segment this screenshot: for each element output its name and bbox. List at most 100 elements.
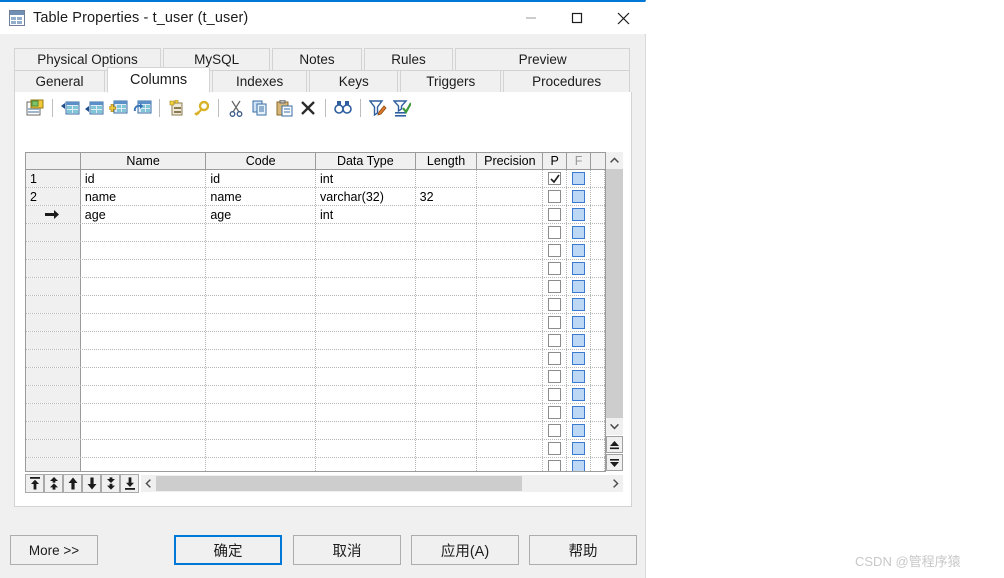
cell-empty[interactable] — [81, 368, 207, 385]
cell-empty[interactable] — [477, 242, 544, 259]
primary-key-icon[interactable] — [189, 96, 213, 120]
grid-header-precision[interactable]: Precision — [477, 153, 544, 169]
cell-data-type[interactable]: varchar(32) — [316, 188, 416, 205]
cell-empty[interactable] — [316, 422, 416, 439]
cell-empty[interactable] — [591, 224, 605, 241]
cell-length[interactable] — [416, 170, 478, 187]
move-up-button[interactable] — [63, 473, 82, 493]
grid-header-name[interactable]: Name — [80, 153, 207, 169]
scroll-down-button[interactable] — [606, 418, 623, 435]
cell-empty[interactable] — [206, 260, 316, 277]
cell-empty[interactable] — [591, 350, 605, 367]
grid-header-length[interactable]: Length — [415, 153, 478, 169]
table-row-empty[interactable] — [26, 278, 605, 296]
cell-code[interactable]: age — [206, 206, 316, 223]
grid-horizontal-scrollbar[interactable] — [141, 474, 623, 492]
cell-empty[interactable] — [206, 440, 316, 457]
cell-empty[interactable] — [477, 278, 544, 295]
insert-row-above-icon[interactable] — [58, 96, 82, 120]
checkbox-p[interactable] — [548, 442, 562, 455]
cell-empty[interactable] — [416, 260, 478, 277]
row-number[interactable] — [26, 278, 81, 295]
cell-empty[interactable] — [206, 314, 316, 331]
cell-empty[interactable] — [316, 368, 416, 385]
table-row-empty[interactable] — [26, 458, 605, 471]
cell-primary-key[interactable] — [543, 296, 568, 313]
grid-header-f[interactable]: F — [567, 153, 592, 169]
cell-empty[interactable] — [591, 332, 605, 349]
cell-primary-key[interactable] — [543, 404, 568, 421]
scroll-page-top-button[interactable] — [606, 436, 623, 453]
cell-empty[interactable] — [316, 332, 416, 349]
cell-empty[interactable] — [316, 224, 416, 241]
cell-foreign-key[interactable] — [567, 278, 592, 295]
cell-empty[interactable] — [416, 440, 478, 457]
cell-name[interactable]: name — [81, 188, 207, 205]
row-number[interactable] — [26, 332, 81, 349]
move-to-bottom-button[interactable] — [120, 473, 139, 493]
table-row-empty[interactable] — [26, 350, 605, 368]
row-number[interactable] — [26, 224, 81, 241]
row-number[interactable] — [26, 314, 81, 331]
cell-empty[interactable] — [416, 350, 478, 367]
cell-empty[interactable] — [477, 314, 544, 331]
cell-empty[interactable] — [206, 404, 316, 421]
cell-empty[interactable] — [477, 386, 544, 403]
cell-primary-key[interactable] — [543, 170, 568, 187]
ok-button[interactable]: 确定 — [174, 535, 282, 565]
minimize-button[interactable] — [508, 2, 554, 34]
checkbox-p[interactable] — [548, 370, 562, 383]
cell-primary-key[interactable] — [543, 260, 568, 277]
cell-data-type[interactable]: int — [316, 170, 416, 187]
cell-precision[interactable] — [477, 188, 544, 205]
cell-primary-key[interactable] — [543, 350, 568, 367]
scroll-up-button[interactable] — [606, 152, 623, 169]
table-row-empty[interactable] — [26, 404, 605, 422]
cell-empty[interactable] — [416, 422, 478, 439]
cell-foreign-key[interactable] — [567, 458, 592, 471]
move-down-button[interactable] — [82, 473, 101, 493]
move-page-down-button[interactable] — [101, 473, 120, 493]
cancel-button[interactable]: 取消 — [293, 535, 401, 565]
cell-empty[interactable] — [416, 314, 478, 331]
cell-empty[interactable] — [477, 296, 544, 313]
cell-foreign-key[interactable] — [567, 332, 592, 349]
grid-header-p[interactable]: P — [543, 153, 568, 169]
tab-notes[interactable]: Notes — [272, 48, 362, 71]
checkbox-p[interactable] — [548, 352, 562, 365]
row-number[interactable] — [26, 296, 81, 313]
cell-precision[interactable] — [477, 206, 544, 223]
row-number[interactable] — [26, 422, 81, 439]
cell-name[interactable]: id — [81, 170, 207, 187]
cell-empty[interactable] — [206, 458, 316, 471]
row-number[interactable] — [26, 440, 81, 457]
cell-empty[interactable] — [316, 278, 416, 295]
cell-empty[interactable] — [206, 368, 316, 385]
cell-empty[interactable] — [416, 278, 478, 295]
edit-filter-icon[interactable] — [366, 96, 390, 120]
checkbox-p-checked[interactable] — [548, 172, 562, 185]
cell-name[interactable]: age — [81, 206, 207, 223]
table-row-empty[interactable] — [26, 242, 605, 260]
cell-primary-key[interactable] — [543, 242, 568, 259]
cell-empty[interactable] — [206, 224, 316, 241]
move-page-up-button[interactable] — [44, 473, 63, 493]
hscroll-track[interactable] — [156, 475, 608, 491]
cell-foreign-key[interactable] — [567, 350, 592, 367]
scroll-right-button[interactable] — [608, 475, 623, 492]
cell-empty[interactable] — [81, 458, 207, 471]
cell-foreign-key[interactable] — [567, 386, 592, 403]
cell-code[interactable]: name — [206, 188, 316, 205]
notes-icon[interactable] — [165, 96, 189, 120]
cell-foreign-key[interactable] — [567, 242, 592, 259]
cell-empty[interactable] — [81, 260, 207, 277]
add-a-row-icon[interactable] — [106, 96, 130, 120]
cell-empty[interactable] — [81, 422, 207, 439]
cell-primary-key[interactable] — [543, 440, 568, 457]
cell-empty[interactable] — [81, 332, 207, 349]
cell-empty[interactable] — [206, 422, 316, 439]
cell-foreign-key[interactable] — [567, 296, 592, 313]
cell-empty[interactable] — [591, 278, 605, 295]
cell-empty[interactable] — [206, 296, 316, 313]
copy-icon[interactable] — [248, 96, 272, 120]
